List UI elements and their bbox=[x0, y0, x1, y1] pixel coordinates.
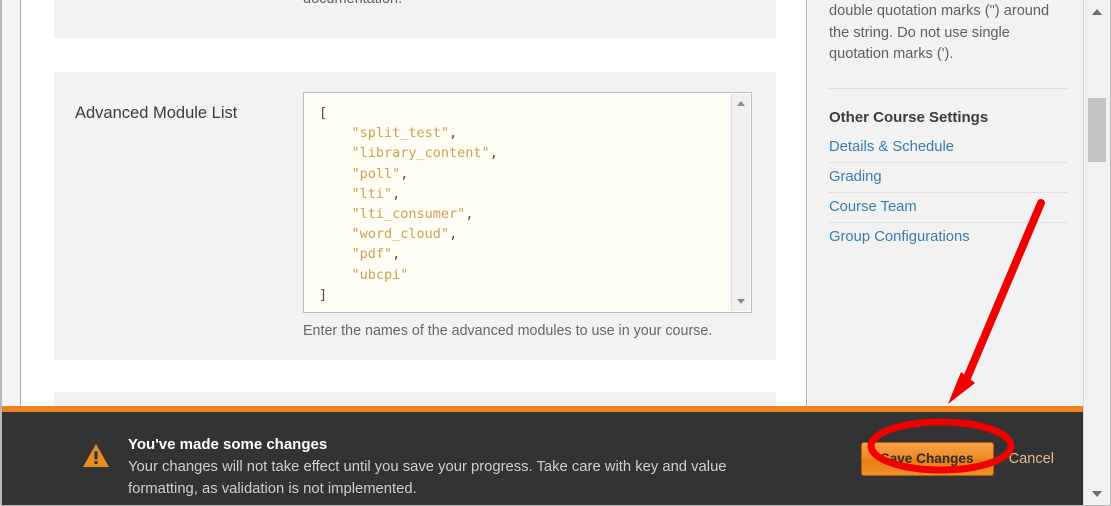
unsaved-changes-bar: You've made some changes Your changes wi… bbox=[2, 406, 1083, 505]
setting-panel-advanced-module-list: Advanced Module List [ "split_test", "li… bbox=[54, 72, 776, 360]
browser-scrollbar[interactable] bbox=[1083, 0, 1110, 505]
editor-scroll-up-icon[interactable] bbox=[732, 96, 750, 111]
scroll-up-icon[interactable] bbox=[1084, 3, 1110, 20]
warning-triangle-icon bbox=[82, 443, 110, 469]
sidebar-other-settings-heading: Other Course Settings bbox=[829, 108, 989, 126]
cancel-link[interactable]: Cancel bbox=[1009, 451, 1054, 467]
notification-actions: Save Changes Cancel bbox=[860, 442, 1054, 476]
sidebar-link-details-schedule[interactable]: Details & Schedule bbox=[829, 133, 1067, 163]
advanced-module-list-control: [ "split_test", "library_content", "poll… bbox=[303, 92, 752, 341]
scroll-down-icon[interactable] bbox=[1084, 485, 1110, 502]
notification-text-block: You've made some changes Your changes wi… bbox=[128, 434, 728, 500]
browser-viewport: documentation. Advanced Module List [ "s… bbox=[0, 0, 1111, 506]
setting-panel-previous: documentation. bbox=[54, 0, 776, 38]
scrollbar-thumb[interactable] bbox=[1088, 98, 1106, 162]
notification-body: Your changes will not take effect until … bbox=[128, 459, 727, 497]
editor-scroll-down-icon[interactable] bbox=[732, 294, 750, 309]
notification-title: You've made some changes bbox=[128, 436, 328, 453]
sidebar-link-course-team[interactable]: Course Team bbox=[829, 193, 1067, 223]
advanced-module-list-code[interactable]: [ "split_test", "library_content", "poll… bbox=[304, 93, 751, 312]
sidebar-links-list: Details & Schedule Grading Course Team G… bbox=[829, 133, 1067, 252]
advanced-module-list-label: Advanced Module List bbox=[75, 104, 238, 122]
sidebar-link-grading[interactable]: Grading bbox=[829, 163, 1067, 193]
previous-field-help-tail: documentation. bbox=[303, 0, 402, 9]
sidebar-link-group-configurations[interactable]: Group Configurations bbox=[829, 223, 1067, 252]
sidebar-divider bbox=[829, 87, 1067, 89]
editor-scrollbar[interactable] bbox=[731, 94, 750, 311]
advanced-module-list-help-text: Enter the names of the advanced modules … bbox=[303, 323, 713, 339]
advanced-module-list-editor[interactable]: [ "split_test", "library_content", "poll… bbox=[303, 92, 752, 313]
save-changes-button[interactable]: Save Changes bbox=[860, 442, 994, 476]
sidebar-intro-paragraph: double quotation marks (") around the st… bbox=[829, 3, 1050, 62]
